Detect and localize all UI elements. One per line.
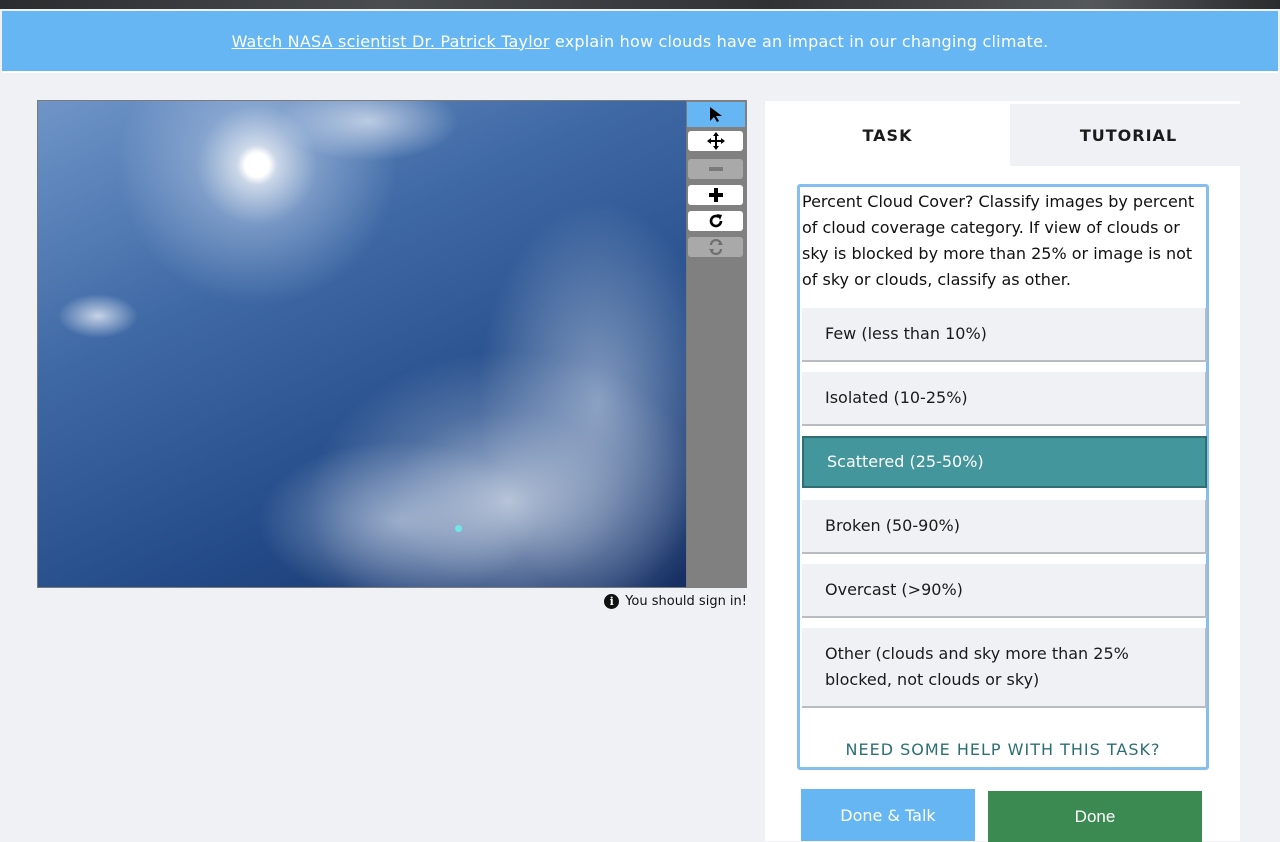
- help-link[interactable]: NEED SOME HELP WITH THIS TASK?: [800, 740, 1206, 759]
- answer-broken[interactable]: Broken (50-90%): [802, 500, 1207, 554]
- done-button[interactable]: Done: [988, 791, 1202, 842]
- answer-other[interactable]: Other (clouds and sky more than 25% bloc…: [802, 628, 1207, 708]
- sky-photo: [38, 101, 686, 587]
- viewer-toolbar: [687, 100, 747, 588]
- rotate-icon[interactable]: [688, 211, 743, 231]
- move-icon[interactable]: [688, 131, 743, 151]
- answer-scattered[interactable]: Scattered (25-50%): [802, 436, 1207, 488]
- pointer-icon[interactable]: [687, 102, 745, 127]
- task-panel: TASK TUTORIAL Percent Cloud Cover? Class…: [765, 101, 1247, 842]
- answer-overcast[interactable]: Overcast (>90%): [802, 564, 1207, 618]
- answer-isolated[interactable]: Isolated (10-25%): [802, 372, 1207, 426]
- banner-text: explain how clouds have an impact in our…: [549, 31, 1049, 51]
- zoom-out-icon[interactable]: [688, 159, 743, 179]
- info-icon: i: [604, 593, 620, 609]
- tab-tutorial[interactable]: TUTORIAL: [1010, 104, 1247, 166]
- done-and-talk-button[interactable]: Done & Talk: [801, 789, 975, 841]
- task-area: Percent Cloud Cover? Classify images by …: [797, 184, 1209, 770]
- reset-icon[interactable]: [688, 237, 743, 257]
- sign-in-notice: i You should sign in!: [600, 591, 747, 611]
- marker-dot: [455, 525, 462, 532]
- task-instruction: Percent Cloud Cover? Classify images by …: [802, 192, 1195, 289]
- answer-few[interactable]: Few (less than 10%): [802, 308, 1207, 362]
- sign-in-text: You should sign in!: [625, 593, 747, 609]
- banner-link[interactable]: Watch NASA scientist Dr. Patrick Taylor: [232, 32, 550, 51]
- tab-task[interactable]: TASK: [765, 104, 1010, 166]
- background-strip: [0, 0, 1280, 9]
- subject-image[interactable]: [37, 100, 687, 588]
- zoom-in-icon[interactable]: [688, 185, 743, 205]
- announcement-banner: Watch NASA scientist Dr. Patrick Taylor …: [2, 11, 1278, 73]
